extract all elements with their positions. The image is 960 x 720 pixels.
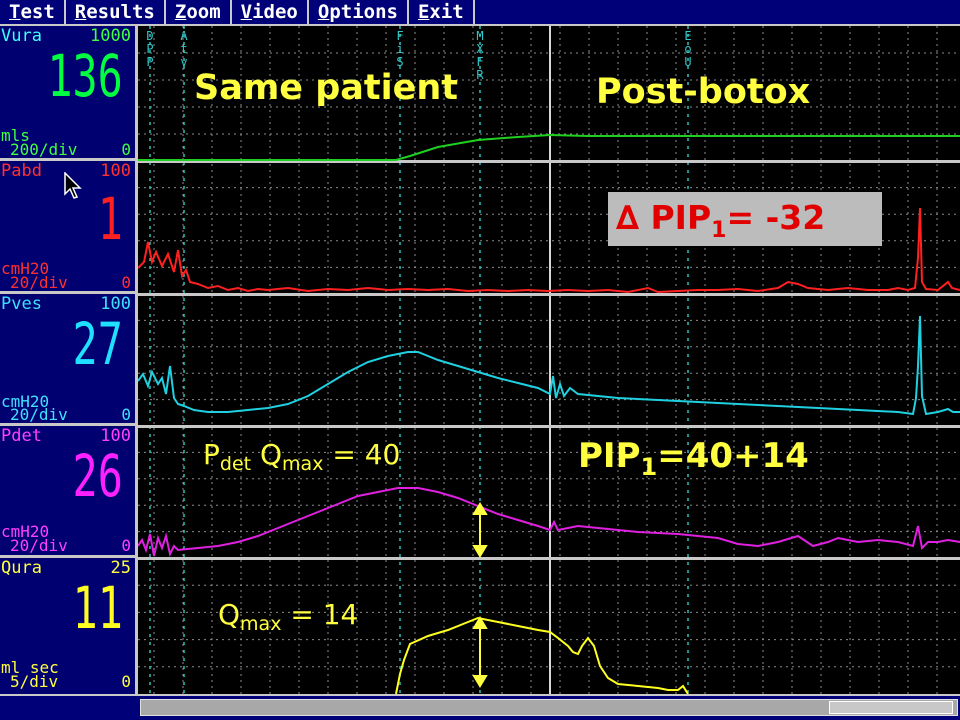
- channel-pdet-div: 20/div: [10, 536, 68, 555]
- channel-vura-div: 200/div: [10, 140, 78, 159]
- menu-results-label: esults: [86, 1, 155, 23]
- pdet-arrow-icon: [472, 502, 488, 558]
- qura-arrow-icon: [472, 616, 488, 688]
- event-marker-lines: [149, 26, 689, 694]
- pdet-p: P: [203, 438, 220, 471]
- post-botox-label: Post-botox: [596, 72, 811, 112]
- pdet-qsub: max: [282, 453, 324, 475]
- menu-test-label: est: [20, 1, 55, 23]
- menu-video-label: ideo: [252, 1, 298, 23]
- channel-vura-name: Vura: [1, 26, 42, 46]
- menu-zoom[interactable]: Zoom: [166, 0, 232, 24]
- channel-vura-value: 136: [47, 42, 123, 110]
- channel-qura-min: 0: [121, 672, 131, 691]
- delta-pip-sub: 1: [711, 218, 727, 243]
- channel-qura[interactable]: Qura 25 11 ml sec 5/div 0: [0, 558, 135, 694]
- qmax-q: Q: [218, 598, 241, 631]
- pdet-q: Q: [251, 438, 283, 471]
- qura-trace: [395, 616, 689, 694]
- channel-vura-min: 0: [121, 140, 131, 159]
- event-marker-eou[interactable]: EoU: [682, 30, 694, 69]
- menu-video[interactable]: Video: [232, 0, 309, 24]
- menu-exit-hotkey: E: [417, 1, 430, 23]
- channel-pabd-div: 20/div: [10, 273, 68, 292]
- delta-pip-label: PIP: [650, 198, 712, 237]
- menu-video-hotkey: V: [240, 1, 253, 23]
- mouse-pointer-icon: [64, 172, 82, 199]
- menu-bar: Test Results Zoom Video Options Exit: [0, 0, 960, 26]
- channel-pves-value: 27: [72, 310, 123, 378]
- trace-plot-area[interactable]: [138, 26, 960, 694]
- menu-options-label: ptions: [329, 1, 398, 23]
- channel-pves-min: 0: [121, 405, 131, 424]
- menu-zoom-label: oom: [186, 1, 221, 23]
- channel-sidebar: Vura 1000 136 mls 200/div 0 Pabd 100 1 c…: [0, 26, 138, 694]
- channel-pabd-value: 1: [97, 185, 123, 253]
- qmax-sub: max: [240, 613, 282, 635]
- pip-formula-label: PIP1=40+14: [578, 436, 809, 481]
- menu-results[interactable]: Results: [66, 0, 166, 24]
- menu-test[interactable]: Test: [0, 0, 66, 24]
- channel-pdet-min: 0: [121, 536, 131, 555]
- pdet-qmax-label: Pdet Qmax = 40: [203, 438, 400, 475]
- delta-pip-box: ∆ PIP1= -32: [608, 192, 882, 246]
- channel-pdet-name: Pdet: [1, 426, 42, 446]
- scrollbar-thumb[interactable]: [829, 701, 953, 714]
- channel-vura[interactable]: Vura 1000 136 mls 200/div 0: [0, 26, 135, 161]
- menu-exit[interactable]: Exit: [409, 0, 475, 24]
- pdet-sub: det: [219, 453, 252, 475]
- channel-qura-div: 5/div: [10, 672, 59, 691]
- channel-qura-value: 11: [72, 574, 123, 642]
- pip-label: PIP: [578, 436, 641, 476]
- same-patient-label: Same patient: [194, 68, 459, 108]
- channel-pabd-max: 100: [100, 161, 131, 181]
- menu-options[interactable]: Options: [309, 0, 409, 24]
- event-marker-dpp[interactable]: DPP: [144, 30, 156, 69]
- channel-pves-div: 20/div: [10, 405, 68, 424]
- qmax-label: Qmax = 14: [218, 598, 358, 635]
- pip-sub: 1: [640, 453, 658, 481]
- channel-pabd-min: 0: [121, 273, 131, 292]
- menu-zoom-hotkey: Z: [174, 1, 187, 23]
- channel-pabd-name: Pabd: [1, 161, 42, 181]
- menu-results-hotkey: R: [74, 1, 87, 23]
- menu-options-hotkey: O: [317, 1, 330, 23]
- menu-test-hotkey: T: [9, 1, 21, 23]
- menu-exit-label: xit: [429, 1, 464, 23]
- bottom-status-bar: [0, 694, 960, 720]
- channel-pves-name: Pves: [1, 294, 42, 314]
- channel-pves[interactable]: Pves 100 27 cmH20 20/div 0: [0, 294, 135, 426]
- event-marker-fis[interactable]: FiS: [394, 30, 406, 69]
- pdet-value: = 40: [323, 438, 401, 471]
- delta-pip-text: ∆ PIP1= -32: [616, 198, 825, 243]
- event-marker-mxfr[interactable]: MXFR: [474, 30, 486, 82]
- delta-pip-value: = -32: [726, 198, 826, 237]
- pip-value: =40+14: [657, 436, 809, 476]
- qmax-value: = 14: [281, 598, 359, 631]
- event-marker-atv[interactable]: Atv: [178, 30, 190, 69]
- channel-qura-name: Qura: [1, 558, 42, 578]
- channel-pdet[interactable]: Pdet 100 26 cmH20 20/div 0: [0, 426, 135, 558]
- horizontal-scrollbar[interactable]: [140, 699, 958, 716]
- delta-icon: ∆: [616, 198, 639, 237]
- channel-pdet-value: 26: [72, 442, 123, 510]
